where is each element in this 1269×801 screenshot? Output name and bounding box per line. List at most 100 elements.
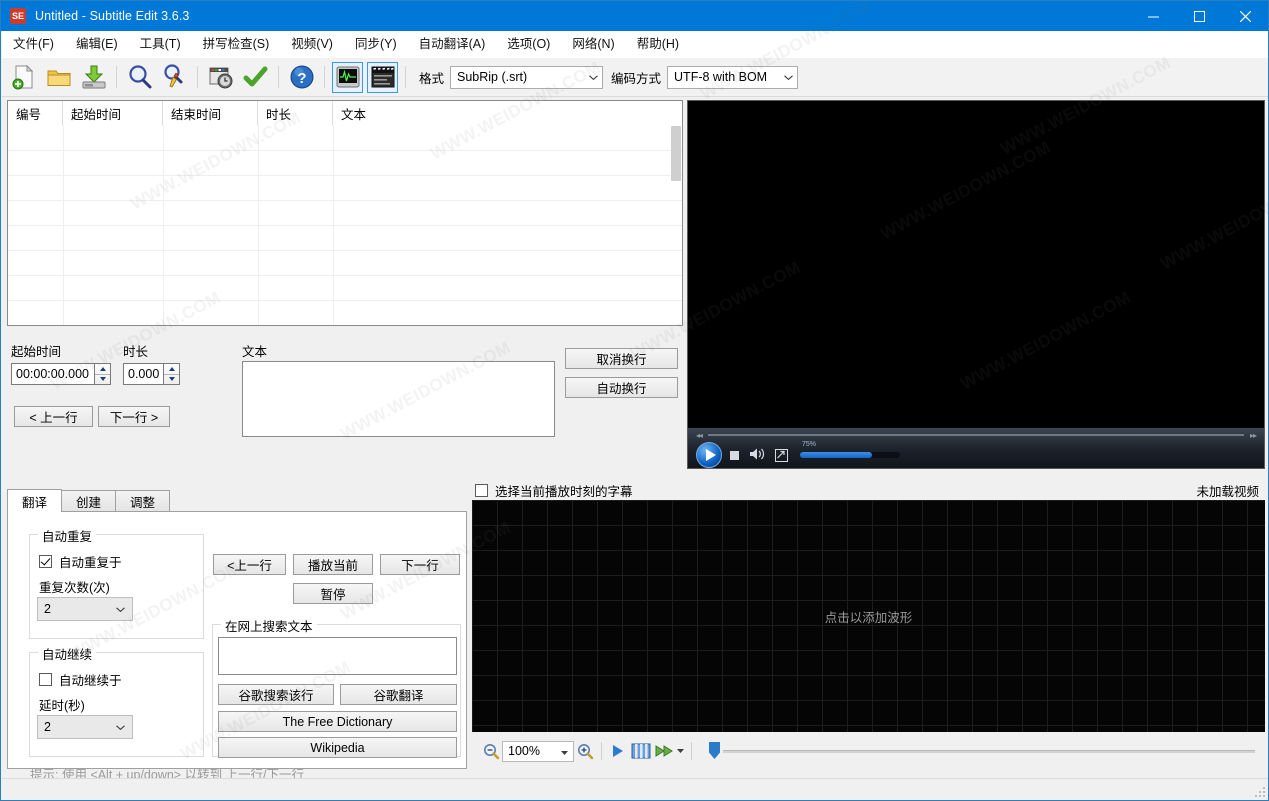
start-time-input[interactable]: 00:00:00.000 (11, 363, 94, 385)
menu-item-help[interactable]: 帮助(H) (626, 32, 690, 57)
replace-icon[interactable] (159, 62, 190, 93)
seek-silence-icon[interactable] (653, 740, 675, 762)
duration-spinner[interactable]: 0.000 (123, 363, 180, 385)
list-body[interactable] (8, 125, 682, 325)
video-player-panel[interactable]: ◂◂ ▸▸ 75% (687, 100, 1265, 469)
auto-break-button[interactable]: 自动换行 (565, 377, 678, 398)
fullscreen-icon[interactable] (775, 448, 788, 462)
stop-icon[interactable] (730, 450, 739, 460)
maximize-button[interactable] (1176, 1, 1222, 31)
google-translate-button[interactable]: 谷歌翻译 (340, 684, 457, 705)
auto-continue-checkbox[interactable] (39, 673, 52, 686)
fix-common-errors-icon[interactable] (240, 62, 271, 93)
seek-options-chevron-icon[interactable] (675, 740, 686, 762)
menu-item-sync[interactable]: 同步(Y) (344, 32, 408, 57)
duration-spin-buttons[interactable] (163, 363, 180, 385)
encoding-label: 编码方式 (611, 71, 662, 86)
google-search-button[interactable]: 谷歌搜索该行 (218, 684, 334, 705)
status-bar (2, 778, 1268, 799)
spin-up-icon[interactable] (164, 364, 179, 375)
unbreak-button[interactable]: 取消换行 (565, 348, 678, 369)
shot-changes-icon[interactable] (629, 740, 653, 762)
menu-item-edit[interactable]: 编辑(E) (65, 32, 129, 57)
video-seek-bar[interactable] (708, 434, 1244, 436)
waveform-zoom-combobox[interactable]: 100% (502, 740, 574, 762)
zoom-in-icon[interactable] (574, 740, 596, 762)
format-combobox[interactable]: SubRip (.srt) (450, 65, 604, 89)
column-header-start[interactable]: 起始时间 (63, 101, 163, 125)
translate-prev-line-button[interactable]: <上一行 (213, 554, 286, 575)
fast-forward-icon[interactable]: ▸▸ (1250, 431, 1257, 440)
start-time-spin-buttons[interactable] (94, 363, 111, 385)
menu-item-networking[interactable]: 网络(N) (561, 32, 625, 57)
minimize-button[interactable] (1130, 1, 1176, 31)
volume-track[interactable] (800, 452, 900, 458)
waveform-toolbar: 100% (472, 736, 1265, 766)
resize-grip[interactable] (1253, 785, 1265, 797)
previous-line-button[interactable]: < 上一行 (14, 406, 93, 427)
menu-item-tools[interactable]: 工具(T) (129, 32, 192, 57)
text-label: 文本 (242, 345, 268, 359)
auto-repeat-checkbox-row[interactable]: 自动重复于 (39, 552, 122, 571)
auto-repeat-checkbox[interactable] (39, 555, 52, 568)
rewind-icon[interactable]: ◂◂ (696, 431, 703, 440)
select-current-subtitle-checkbox[interactable] (475, 483, 488, 497)
speaker-icon[interactable] (749, 447, 765, 464)
waveform-slider-thumb[interactable] (709, 742, 720, 759)
free-dictionary-button[interactable]: The Free Dictionary (218, 711, 457, 732)
title-bar: Untitled - Subtitle Edit 3.6.3 (1, 1, 1268, 31)
next-line-button[interactable]: 下一行 > (98, 406, 170, 427)
delay-dropdown[interactable]: 2 (37, 715, 133, 739)
start-time-spinner[interactable]: 00:00:00.000 (11, 363, 111, 385)
save-icon[interactable] (78, 62, 109, 93)
volume-control[interactable]: 75% (800, 441, 900, 458)
waveform-zoom-value: 100% (508, 744, 540, 758)
spin-down-icon[interactable] (95, 375, 110, 385)
video-surface[interactable] (688, 101, 1264, 428)
wikipedia-button[interactable]: Wikipedia (218, 737, 457, 758)
subtitle-list-view[interactable]: 编号 起始时间 结束时间 时长 文本 (7, 100, 683, 326)
web-search-input[interactable] (218, 637, 457, 675)
play-icon[interactable] (696, 442, 722, 468)
list-scrollbar-thumb[interactable] (671, 126, 681, 181)
waveform-panel: 选择当前播放时刻的字幕 未加载视频 点击以添加波形 100% (472, 480, 1265, 777)
pause-button[interactable]: 暂停 (293, 583, 373, 604)
column-header-text[interactable]: 文本 (333, 101, 682, 125)
menu-item-options[interactable]: 选项(O) (496, 32, 561, 57)
waveform-position-slider[interactable] (709, 741, 1255, 761)
subtitle-text-input[interactable] (242, 361, 555, 437)
tab-translate[interactable]: 翻译 (7, 489, 63, 512)
new-icon[interactable] (8, 62, 39, 93)
duration-input[interactable]: 0.000 (123, 363, 163, 385)
video-seek-row: ◂◂ ▸▸ (688, 428, 1264, 442)
toggle-video-icon[interactable] (367, 61, 398, 93)
help-icon[interactable]: ? (286, 62, 317, 93)
menu-item-spellcheck[interactable]: 拼写检查(S) (192, 32, 281, 57)
toolbar: ? 格式 SubRip (.srt) 编码方式 UTF-8 with BOM (2, 58, 1268, 97)
zoom-out-icon[interactable] (480, 740, 502, 762)
tab-create[interactable]: 创建 (61, 490, 117, 512)
column-header-end[interactable]: 结束时间 (163, 101, 258, 125)
menu-item-file[interactable]: 文件(F) (2, 32, 65, 57)
sync-time-icon[interactable] (205, 62, 236, 93)
close-button[interactable] (1222, 1, 1268, 31)
repeat-count-dropdown[interactable]: 2 (37, 597, 133, 621)
find-icon[interactable] (124, 62, 155, 93)
toggle-waveform-icon[interactable] (332, 61, 363, 93)
waveform-canvas[interactable]: 点击以添加波形 (472, 500, 1265, 732)
play-icon[interactable] (607, 740, 629, 762)
toolbar-separator (197, 66, 198, 88)
spin-up-icon[interactable] (95, 364, 110, 375)
menu-item-video[interactable]: 视频(V) (280, 32, 344, 57)
menu-item-autotranslate[interactable]: 自动翻译(A) (408, 32, 497, 57)
encoding-combobox[interactable]: UTF-8 with BOM (667, 65, 799, 89)
auto-continue-checkbox-row[interactable]: 自动继续于 (39, 670, 122, 689)
column-header-number[interactable]: 编号 (8, 101, 63, 125)
bottom-tab-strip: 翻译 创建 调整 (7, 489, 171, 512)
play-current-button[interactable]: 播放当前 (293, 554, 373, 575)
spin-down-icon[interactable] (164, 375, 179, 385)
column-header-duration[interactable]: 时长 (258, 101, 333, 125)
translate-next-line-button[interactable]: 下一行 (380, 554, 460, 575)
open-icon[interactable] (43, 62, 74, 93)
tab-adjust[interactable]: 调整 (115, 490, 171, 512)
